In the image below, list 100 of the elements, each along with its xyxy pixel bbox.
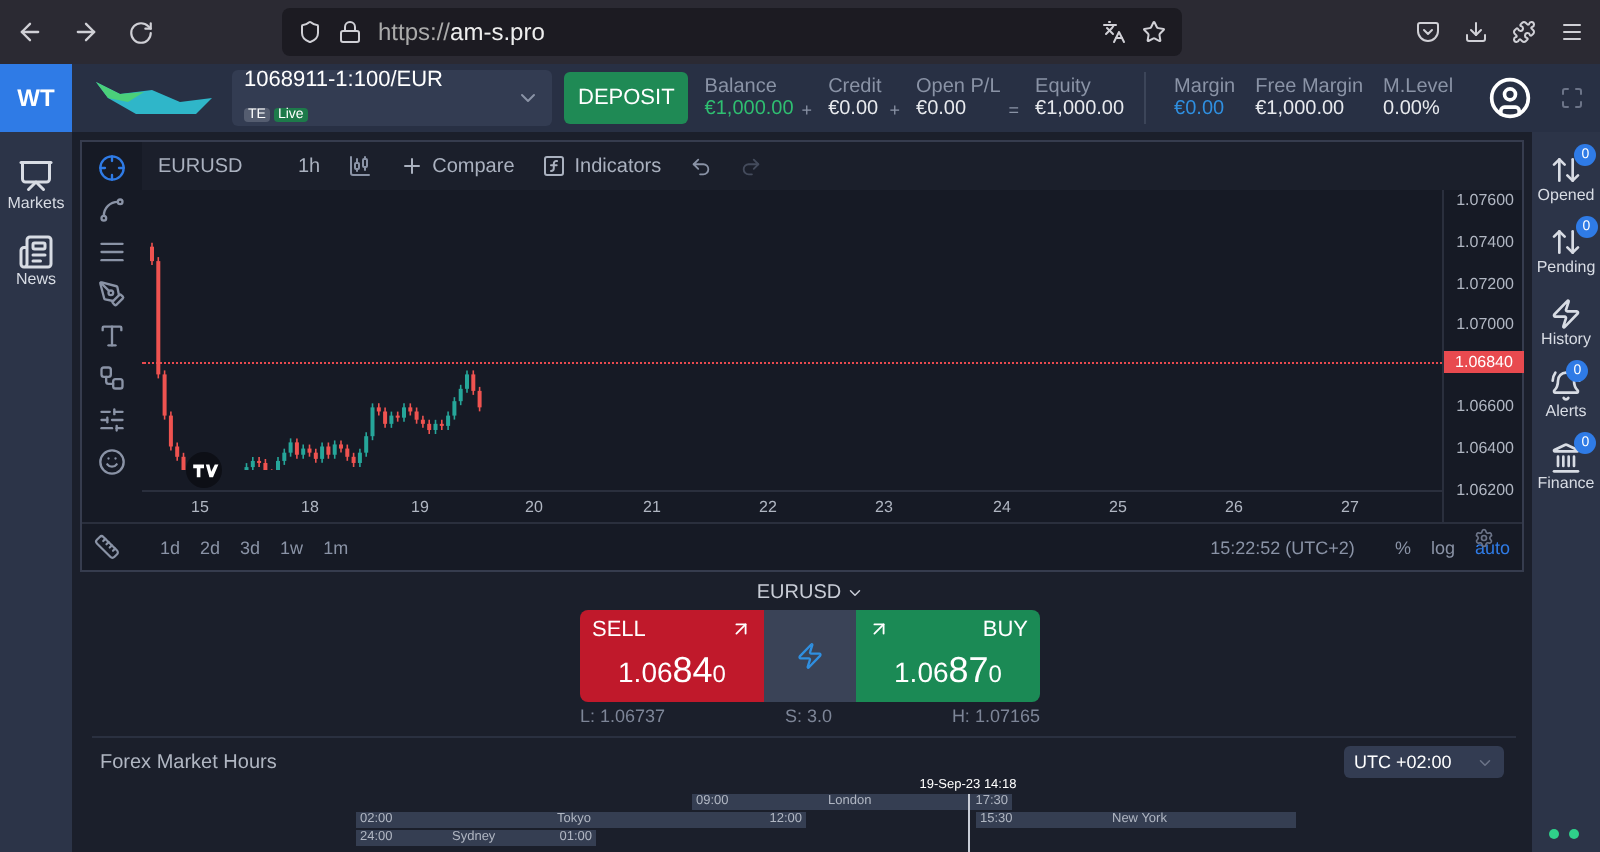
translate-icon[interactable] bbox=[1102, 20, 1126, 44]
operator-sign: = bbox=[1008, 100, 1020, 120]
symbol-dropdown[interactable]: EURUSD bbox=[756, 582, 864, 604]
logo[interactable]: WT bbox=[0, 64, 72, 132]
fullscreen-icon[interactable] bbox=[1560, 86, 1584, 110]
stat-value: €0.00 bbox=[828, 98, 881, 120]
star-icon[interactable] bbox=[1142, 20, 1166, 44]
stat-value: €0.00 bbox=[1174, 98, 1227, 120]
lightning-icon bbox=[1549, 298, 1582, 330]
current-price-tag: 1.06840 bbox=[1444, 351, 1524, 373]
tradingview-logo-icon bbox=[186, 452, 222, 488]
indicators-button[interactable]: Indicators bbox=[542, 154, 662, 178]
extensions-icon[interactable] bbox=[1512, 20, 1536, 44]
range-button[interactable]: 1m bbox=[323, 537, 349, 557]
date-tick: 22 bbox=[759, 498, 777, 516]
back-icon[interactable] bbox=[16, 18, 44, 46]
price-tick: 1.07200 bbox=[1456, 275, 1514, 293]
chevron-down-icon bbox=[845, 584, 864, 602]
low-price: L: 1.06737 bbox=[580, 706, 666, 726]
stat-value: €0.00 bbox=[916, 98, 969, 120]
stat-label: M.Level bbox=[1383, 76, 1454, 98]
stat-label: Free Margin bbox=[1255, 76, 1364, 98]
arrow-icon bbox=[868, 618, 890, 640]
smiley-icon[interactable] bbox=[98, 448, 126, 476]
download-icon[interactable] bbox=[1464, 20, 1488, 44]
operator-sign: + bbox=[889, 100, 901, 120]
stat-label: Equity bbox=[1035, 76, 1093, 98]
date-tick: 24 bbox=[993, 498, 1011, 516]
operator-sign: + bbox=[801, 100, 813, 120]
date-tick: 18 bbox=[301, 498, 319, 516]
deposit-button[interactable]: DEPOSIT bbox=[564, 72, 689, 124]
clock-text: 15:22:52 (UTC+2) bbox=[1210, 537, 1355, 557]
stat-value: €1,000.00 bbox=[1035, 98, 1125, 120]
scale-option[interactable]: % bbox=[1394, 537, 1411, 557]
menu-icon[interactable] bbox=[1560, 20, 1584, 44]
brush-icon[interactable] bbox=[98, 280, 126, 308]
stat-value: 0.00% bbox=[1383, 98, 1442, 120]
shield-icon bbox=[298, 20, 322, 44]
lock-icon bbox=[338, 20, 362, 44]
up-down-arrows-icon bbox=[1550, 154, 1582, 186]
candles-icon[interactable] bbox=[348, 154, 373, 178]
buy-button[interactable]: BUY 1.06870 bbox=[856, 610, 1040, 702]
scale-option[interactable]: log bbox=[1430, 537, 1455, 557]
spread-value: S: 3.0 bbox=[784, 706, 832, 726]
sidebar-item[interactable]: History bbox=[1539, 288, 1593, 348]
symbol-label[interactable]: EURUSD bbox=[158, 155, 270, 177]
plus-icon bbox=[400, 154, 425, 178]
ruler-icon[interactable] bbox=[94, 534, 120, 560]
stat-label: Margin bbox=[1174, 76, 1236, 98]
price-tick: 1.07400 bbox=[1456, 233, 1514, 251]
date-tick: 20 bbox=[525, 498, 543, 516]
price-tick: 1.07000 bbox=[1456, 315, 1514, 333]
timezone-select[interactable]: UTC +02:00 bbox=[1344, 746, 1504, 778]
newspaper-icon bbox=[17, 234, 54, 270]
date-tick: 23 bbox=[875, 498, 893, 516]
stat-label: Balance bbox=[704, 76, 779, 98]
stat-value: €1,000.00 bbox=[704, 98, 794, 120]
sell-button[interactable]: SELL 1.06840 bbox=[580, 610, 764, 702]
date-tick: 25 bbox=[1109, 498, 1127, 516]
text-tool-icon[interactable] bbox=[98, 322, 126, 350]
stat-label: Credit bbox=[828, 76, 882, 98]
address-field[interactable]: https://am-s.pro bbox=[282, 8, 1182, 56]
range-button[interactable]: 3d bbox=[240, 537, 261, 557]
range-button[interactable]: 1w bbox=[280, 537, 304, 557]
price-tick: 1.07600 bbox=[1456, 191, 1514, 209]
scale-option[interactable]: auto bbox=[1474, 537, 1510, 557]
pocket-icon[interactable] bbox=[1416, 20, 1440, 44]
date-tick: 26 bbox=[1225, 498, 1243, 516]
sliders-icon[interactable] bbox=[98, 406, 126, 434]
reload-icon[interactable] bbox=[128, 19, 154, 45]
bull-logo-icon bbox=[96, 80, 212, 116]
user-avatar-icon[interactable] bbox=[1488, 76, 1532, 120]
up-down-arrows-icon bbox=[1549, 226, 1582, 258]
sidebar-item[interactable]: Markets bbox=[5, 148, 67, 212]
lightning-icon[interactable] bbox=[796, 642, 824, 670]
arrow-icon bbox=[730, 618, 752, 640]
price-tick: 1.06600 bbox=[1456, 397, 1514, 415]
lines-tool-icon[interactable] bbox=[98, 238, 126, 266]
forward-icon[interactable] bbox=[72, 18, 100, 46]
date-tick: 27 bbox=[1341, 498, 1359, 516]
pattern-tool-icon[interactable] bbox=[98, 364, 126, 392]
compare-button[interactable]: Compare bbox=[400, 154, 515, 178]
date-tick: 21 bbox=[643, 498, 661, 516]
date-tick: 19 bbox=[411, 498, 429, 516]
price-tick: 1.06400 bbox=[1456, 439, 1514, 457]
stat-label: Open P/L bbox=[916, 76, 1001, 98]
sidebar-item[interactable]: News bbox=[13, 224, 58, 288]
interval-button[interactable]: 1h bbox=[298, 155, 321, 177]
bank-icon bbox=[1550, 442, 1582, 474]
date-tick: 15 bbox=[191, 498, 209, 516]
range-button[interactable]: 1d bbox=[160, 537, 181, 557]
line-tool-icon[interactable] bbox=[98, 196, 126, 224]
function-icon bbox=[542, 154, 567, 178]
range-button[interactable]: 2d bbox=[200, 537, 221, 557]
high-price: H: 1.07165 bbox=[951, 706, 1040, 726]
price-tick: 1.06200 bbox=[1456, 481, 1514, 499]
stat-value: €1,000.00 bbox=[1255, 98, 1347, 120]
crosshair-icon[interactable] bbox=[98, 154, 126, 182]
undo-icon[interactable] bbox=[689, 155, 712, 177]
status-dots-icon bbox=[1548, 828, 1584, 840]
